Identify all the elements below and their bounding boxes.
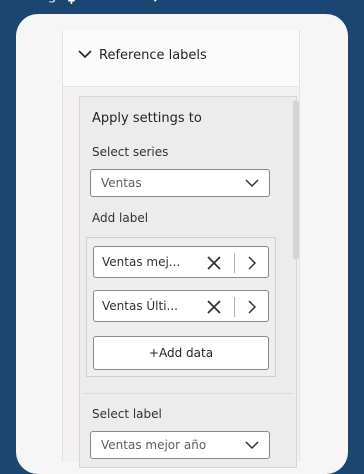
select-label-dropdown[interactable]: Ventas mejor año (90, 431, 270, 459)
label-value: Ventas mejor año (101, 438, 207, 452)
group-divider (82, 393, 294, 394)
add-data-button[interactable]: +Add data (93, 336, 269, 370)
apply-settings-group: Apply settings to Select series Ventas A… (79, 96, 297, 468)
select-series-dropdown[interactable]: Ventas (90, 169, 270, 197)
label-name: Ventas Últi... (102, 299, 178, 313)
label-item[interactable]: Ventas mej... (93, 246, 269, 278)
scrollbar[interactable] (293, 100, 299, 260)
close-icon[interactable] (204, 253, 224, 273)
section-title: Reference labels (99, 48, 207, 63)
chevron-down-icon (245, 441, 259, 450)
label-list: Ventas mej... Ventas Últi... +Add data (86, 237, 276, 377)
chevron-right-icon[interactable] (244, 254, 260, 272)
label-item[interactable]: Ventas Últi... (93, 290, 269, 322)
chevron-down-icon[interactable] (77, 46, 93, 62)
divider (234, 297, 235, 317)
series-value: Ventas (101, 176, 142, 190)
screenshot-frame: ᵗᵉᵘᵍᵃ˖ᵘᵘᵘᵃᵉˢᵗᵉ˒ᵉᵃᵗᵃᵘ Reference labels Ap… (0, 0, 364, 474)
chevron-right-icon[interactable] (244, 298, 260, 316)
chevron-down-icon (245, 179, 259, 188)
reference-labels-header[interactable]: Reference labels (63, 30, 299, 87)
select-series-label: Select series (92, 145, 169, 159)
label-name: Ventas mej... (102, 255, 181, 269)
select-label-label: Select label (92, 407, 162, 421)
close-icon[interactable] (204, 297, 224, 317)
add-label-heading: Add label (92, 211, 149, 225)
format-pane: Reference labels Apply settings to Selec… (62, 30, 300, 468)
cropped-title-text: ᵗᵉᵘᵍᵃ˖ᵘᵘᵘᵃᵉˢᵗᵉ˒ᵉᵃᵗᵃᵘ (20, 0, 350, 10)
divider (234, 253, 235, 273)
apply-settings-heading: Apply settings to (92, 111, 202, 126)
